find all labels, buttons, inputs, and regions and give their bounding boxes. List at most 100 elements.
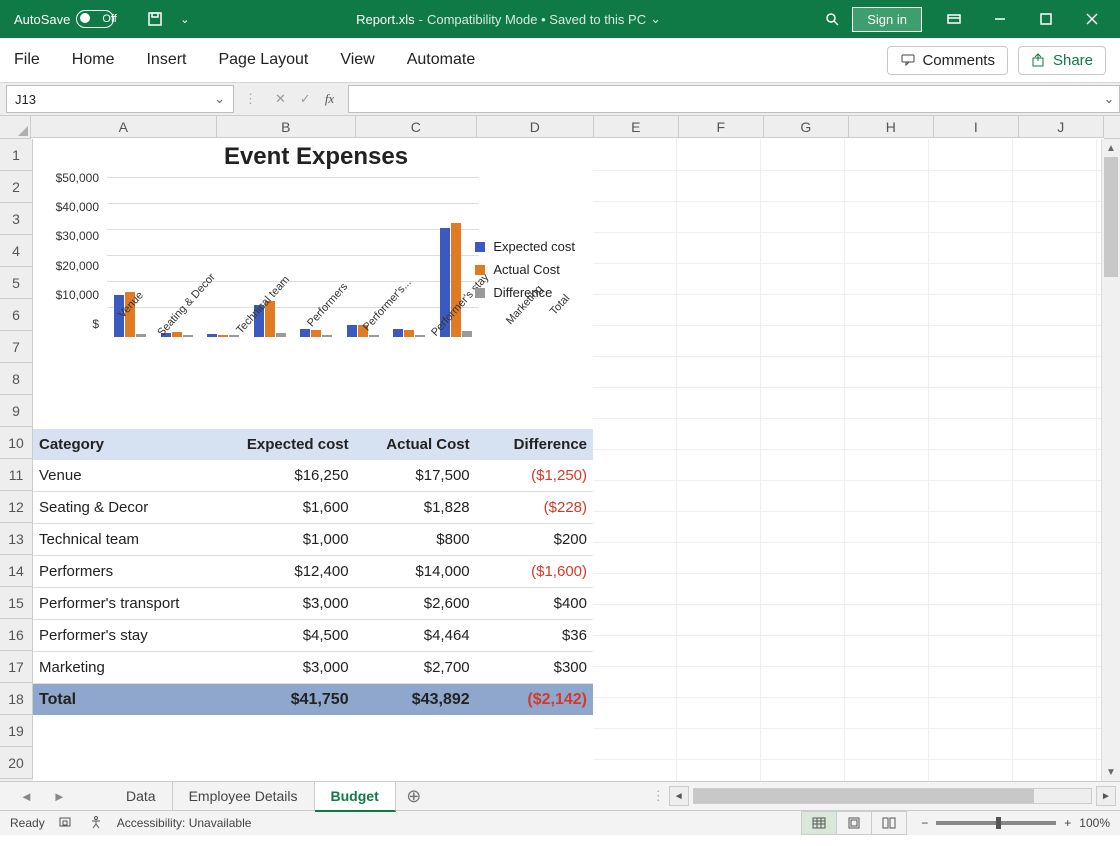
enter-icon[interactable]: ✓ [300, 91, 311, 107]
row-header[interactable]: 14 [0, 555, 33, 587]
qat-grip-icon[interactable]: ⋮ [240, 91, 261, 107]
table-row[interactable]: Technical team$1,000$800$200 [33, 524, 593, 556]
horizontal-scrollbar[interactable]: ◄ ► [665, 786, 1120, 806]
row-header[interactable]: 3 [0, 203, 33, 235]
fx-icon[interactable]: fx [325, 91, 334, 107]
view-buttons [802, 811, 907, 835]
view-pagebreak-icon[interactable] [871, 811, 907, 835]
view-normal-icon[interactable] [801, 811, 837, 835]
row-header[interactable]: 20 [0, 747, 33, 779]
autosave-label: AutoSave [14, 12, 70, 27]
title-chevron-icon[interactable]: ⌄ [650, 11, 661, 27]
tab-home[interactable]: Home [72, 51, 115, 69]
row-header[interactable]: 13 [0, 523, 33, 555]
table-row[interactable]: Performer's stay$4,500$4,464$36 [33, 620, 593, 652]
column-header[interactable]: J [1019, 116, 1104, 138]
sheet-tab[interactable]: Employee Details [173, 782, 315, 810]
row-header[interactable]: 17 [0, 651, 33, 683]
row-header[interactable]: 19 [0, 715, 33, 747]
row-header[interactable]: 9 [0, 395, 33, 427]
column-header[interactable]: H [849, 116, 934, 138]
cell-difference: $400 [476, 595, 593, 612]
zoom-in-icon[interactable]: + [1064, 816, 1071, 830]
column-header[interactable]: C [356, 116, 477, 138]
row-header[interactable]: 6 [0, 299, 33, 331]
scroll-up-icon[interactable]: ▲ [1102, 139, 1120, 157]
hscroll-left-icon[interactable]: ◄ [669, 786, 689, 806]
table-row[interactable]: Seating & Decor$1,600$1,828($228) [33, 492, 593, 524]
row-header[interactable]: 18 [0, 683, 33, 715]
tab-insert[interactable]: Insert [146, 51, 186, 69]
macro-record-icon[interactable] [59, 815, 75, 832]
search-icon[interactable] [822, 9, 842, 29]
column-header[interactable]: A [31, 116, 217, 138]
sign-in-button[interactable]: Sign in [852, 7, 922, 32]
row-header[interactable]: 7 [0, 331, 33, 363]
chart-object[interactable]: Event Expenses $50,000$40,000$30,000$20,… [39, 141, 593, 421]
tab-file[interactable]: File [14, 51, 40, 69]
row-header[interactable]: 11 [0, 459, 33, 491]
cell-actual: $14,000 [355, 563, 476, 580]
column-header[interactable]: F [679, 116, 764, 138]
maximize-icon[interactable] [1024, 4, 1068, 34]
scroll-thumb[interactable] [1104, 157, 1118, 277]
column-header[interactable]: B [217, 116, 356, 138]
table-row[interactable]: Marketing$3,000$2,700$300 [33, 652, 593, 684]
comments-button[interactable]: Comments [887, 46, 1008, 75]
name-box[interactable]: J13 ⌄ [6, 85, 234, 113]
row-header[interactable]: 16 [0, 619, 33, 651]
minimize-icon[interactable] [978, 4, 1022, 34]
tab-automate[interactable]: Automate [407, 51, 475, 69]
accessibility-icon[interactable] [89, 815, 103, 832]
row-header[interactable]: 5 [0, 267, 33, 299]
tab-view[interactable]: View [340, 51, 374, 69]
grid-header-row: ABCDEFGHIJ [0, 116, 1120, 139]
name-box-chevron-icon[interactable]: ⌄ [214, 91, 225, 107]
row-headers[interactable]: 1234567891011121314151617181920 [0, 139, 33, 781]
cells-area[interactable]: Event Expenses $50,000$40,000$30,000$20,… [33, 139, 1101, 781]
vertical-scrollbar[interactable]: ▲ ▼ [1101, 139, 1120, 781]
table-row[interactable]: Performers$12,400$14,000($1,600) [33, 556, 593, 588]
column-header[interactable]: I [934, 116, 1019, 138]
autosave-toggle[interactable]: AutoSave Off [14, 10, 135, 28]
add-sheet-button[interactable]: ⊕ [396, 786, 432, 807]
row-header[interactable]: 12 [0, 491, 33, 523]
share-button[interactable]: Share [1018, 46, 1106, 75]
ribbon-display-icon[interactable] [932, 4, 976, 34]
zoom-out-icon[interactable]: − [921, 816, 928, 830]
save-icon[interactable] [145, 9, 165, 29]
zoom-control[interactable]: − + 100% [921, 816, 1110, 830]
column-header[interactable]: D [477, 116, 594, 138]
column-header[interactable]: E [594, 116, 679, 138]
cell-difference: ($1,250) [476, 467, 593, 484]
column-headers[interactable]: ABCDEFGHIJ [31, 116, 1104, 138]
hscroll-thumb[interactable] [694, 789, 1034, 803]
row-header[interactable]: 1 [0, 139, 33, 171]
table-row[interactable]: Performer's transport$3,000$2,600$400 [33, 588, 593, 620]
cancel-icon[interactable]: ✕ [275, 91, 286, 107]
zoom-slider[interactable] [936, 821, 1056, 825]
formula-input[interactable] [348, 85, 1099, 113]
scroll-down-icon[interactable]: ▼ [1102, 763, 1120, 781]
formula-expand-icon[interactable]: ⌄ [1099, 85, 1120, 113]
row-header[interactable]: 8 [0, 363, 33, 395]
row-header[interactable]: 2 [0, 171, 33, 203]
row-header[interactable]: 15 [0, 587, 33, 619]
tab-pagelayout[interactable]: Page Layout [218, 51, 308, 69]
sheet-nav-next-icon[interactable]: ► [53, 789, 66, 804]
select-all-button[interactable] [0, 116, 31, 139]
sheet-tab[interactable]: Data [110, 782, 173, 810]
table-row[interactable]: Venue$16,250$17,500($1,250) [33, 460, 593, 492]
hscroll-right-icon[interactable]: ► [1096, 786, 1116, 806]
tab-split-grip-icon[interactable]: ⋮ [652, 788, 665, 804]
close-icon[interactable] [1070, 4, 1114, 34]
sheet-nav-prev-icon[interactable]: ◄ [20, 789, 33, 804]
column-header[interactable]: G [764, 116, 849, 138]
view-pagelayout-icon[interactable] [836, 811, 872, 835]
sheet-tab[interactable]: Budget [315, 782, 396, 812]
customize-qat-icon[interactable]: ⌄ [175, 9, 195, 29]
row-header[interactable]: 4 [0, 235, 33, 267]
row-header[interactable]: 10 [0, 427, 33, 459]
data-table[interactable]: Category Expected cost Actual Cost Diffe… [33, 429, 593, 715]
sheet-tab-bar: ◄ ► DataEmployee DetailsBudget ⊕ ⋮ ◄ ► [0, 781, 1120, 810]
